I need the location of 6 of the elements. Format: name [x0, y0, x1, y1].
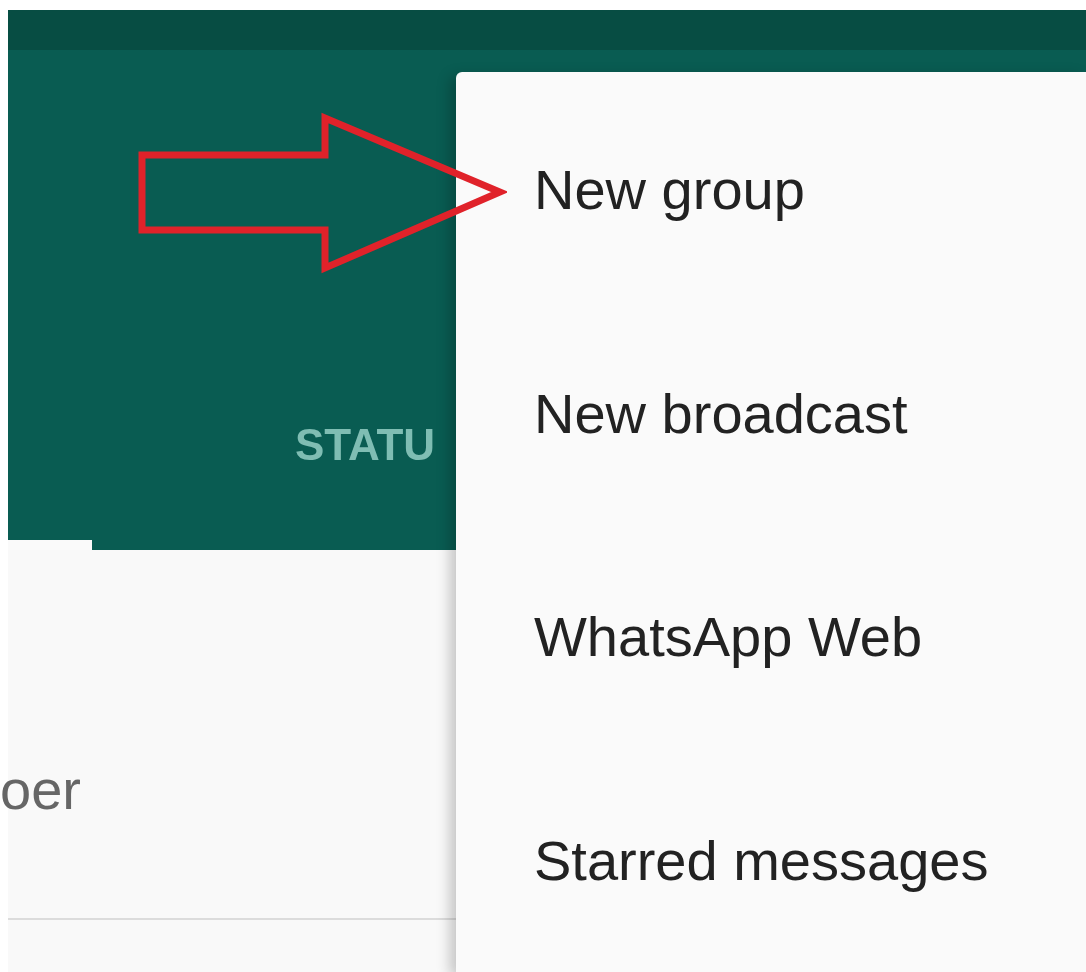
chat-name: oer — [0, 762, 81, 818]
menu-item[interactable]: New group — [456, 78, 1086, 302]
tab[interactable]: STATU — [295, 420, 436, 470]
menu-item[interactable]: New broadcast — [456, 301, 1086, 525]
menu-item[interactable]: WhatsApp Web — [456, 525, 1086, 749]
menu-item[interactable]: Starred messages — [456, 748, 1086, 972]
